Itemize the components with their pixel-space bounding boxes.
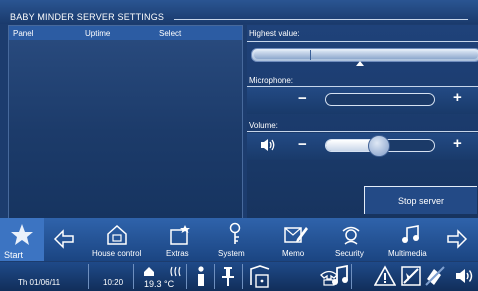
nav-system[interactable]: System <box>216 218 260 261</box>
arrow-left-icon[interactable] <box>53 229 75 249</box>
stop-server-label: Stop server <box>397 195 445 206</box>
panel-list-header: Panel Uptime Select <box>9 26 242 40</box>
threshold-marker-icon <box>356 61 364 66</box>
home-small-icon <box>144 267 154 276</box>
mute-icon[interactable] <box>424 265 446 287</box>
warning-icon[interactable] <box>374 265 396 287</box>
no-disturb-icon[interactable] <box>400 265 422 287</box>
door-icon[interactable] <box>248 265 272 289</box>
divider <box>186 264 187 289</box>
title-underline <box>174 19 468 20</box>
divider <box>351 264 352 289</box>
microphone-row: − + <box>247 87 478 114</box>
panel-list[interactable]: Panel Uptime Select <box>8 25 243 220</box>
microphone-plus-button[interactable]: + <box>453 89 462 106</box>
divider <box>242 264 243 289</box>
nav-house-control[interactable]: House control <box>90 218 150 261</box>
volume-plus-button[interactable]: + <box>453 135 462 152</box>
page-title: BABY MINDER SERVER SETTINGS <box>10 12 165 22</box>
column-select: Select <box>159 29 182 38</box>
highest-value-slider[interactable] <box>251 48 478 62</box>
temperature-label: 19.3 °C <box>144 279 175 289</box>
microphone-minus-button[interactable]: − <box>298 90 307 107</box>
volume-knob[interactable] <box>367 135 390 157</box>
nav-security[interactable]: Security <box>329 218 377 261</box>
multimedia-icon <box>402 225 419 243</box>
nav-memo-label: Memo <box>282 249 305 258</box>
star-icon <box>11 224 33 245</box>
nav-start-label: Start <box>4 250 24 260</box>
volume-minus-button[interactable]: − <box>298 136 307 153</box>
nav-security-label: Security <box>335 249 364 258</box>
divider <box>214 264 215 289</box>
nav-multimedia[interactable]: Multimedia <box>382 218 438 261</box>
memo-icon <box>284 227 308 243</box>
nav-memo[interactable]: Memo <box>277 218 321 261</box>
nav-house-control-label: House control <box>92 249 142 258</box>
time-label: 10:20 <box>103 278 124 287</box>
extras-icon <box>170 225 190 245</box>
nav-extras[interactable]: Extras <box>162 218 202 261</box>
column-panel: Panel <box>13 29 34 38</box>
heating-icon <box>170 266 181 277</box>
music-icon[interactable] <box>331 265 349 287</box>
security-icon <box>342 226 360 245</box>
highest-value-fill <box>254 51 478 59</box>
speaker-icon[interactable] <box>259 136 277 154</box>
microphone-label: Microphone: <box>249 76 294 85</box>
pin-icon[interactable] <box>221 265 235 287</box>
speaker-icon[interactable] <box>455 267 475 285</box>
nav-extras-label: Extras <box>166 249 189 258</box>
nav-system-label: System <box>218 249 245 258</box>
info-icon[interactable] <box>194 265 208 287</box>
slider-tick <box>310 50 311 60</box>
arrow-right-icon[interactable] <box>446 229 468 249</box>
stop-server-button[interactable]: Stop server <box>364 186 477 214</box>
divider <box>88 264 89 289</box>
column-uptime: Uptime <box>85 29 111 38</box>
divider <box>133 264 134 289</box>
house-icon <box>107 224 127 245</box>
main-navbar: Start House control Extras System Memo S… <box>0 218 478 261</box>
nav-start[interactable]: Start <box>0 218 44 261</box>
highest-value-label: Highest value: <box>249 29 300 38</box>
date-label: Th 01/06/11 <box>18 278 61 287</box>
system-icon <box>229 222 241 244</box>
divider <box>247 41 478 42</box>
settings-panel: Highest value: Microphone: − + Volume: −… <box>247 25 478 218</box>
volume-slider[interactable] <box>325 135 435 157</box>
microphone-slider[interactable] <box>325 93 435 106</box>
volume-label: Volume: <box>249 121 278 130</box>
title-bar: BABY MINDER SERVER SETTINGS <box>0 0 478 24</box>
nav-multimedia-label: Multimedia <box>388 249 427 258</box>
status-bar: Th 01/06/11 10:20 19.3 °C <box>0 262 478 291</box>
divider <box>247 131 478 132</box>
volume-row: − + <box>247 133 478 160</box>
